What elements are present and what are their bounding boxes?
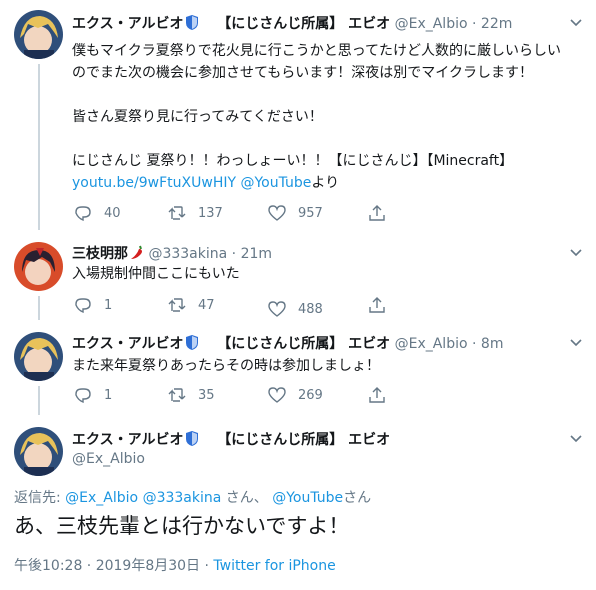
avatar[interactable]: [14, 332, 63, 381]
reply-san: さん: [343, 490, 372, 506]
tweet-body: 僕もマイクラ夏祭りで花火見に行こうかと思ってたけど人数的に厳しいらしいのでまた次…: [72, 43, 562, 169]
reply-count: 1: [104, 297, 113, 313]
reply-icon: [75, 298, 91, 314]
retweet-button[interactable]: 47: [168, 296, 215, 314]
avatar[interactable]: [14, 10, 63, 59]
affiliation: 【にじさんじ所属】 エビオ: [217, 336, 391, 352]
avatar[interactable]: [14, 427, 63, 476]
display-name[interactable]: エクス・アルビオ: [72, 336, 183, 352]
chevron-down-icon[interactable]: [570, 432, 582, 444]
share-button[interactable]: [368, 296, 398, 314]
share-icon: [369, 205, 385, 221]
reply-prefix: 返信先:: [14, 490, 66, 506]
like-count: 269: [298, 387, 323, 403]
tweet-text: また来年夏祭りあったらその時は参加しましょ！: [72, 358, 380, 374]
share-button[interactable]: [368, 386, 398, 404]
like-button[interactable]: 269: [268, 386, 323, 404]
chevron-down-icon[interactable]: [570, 246, 582, 258]
handle[interactable]: @Ex_Albio: [395, 336, 468, 352]
shield-icon: [185, 15, 199, 34]
thread-line: [38, 386, 40, 415]
tweet-actions: 1 35 269: [72, 386, 402, 406]
tweet-timestamp[interactable]: 午後10:28 · 2019年8月30日 ·: [14, 558, 213, 574]
thread-line: [38, 296, 40, 320]
reply-button[interactable]: 40: [74, 204, 121, 222]
chevron-down-icon[interactable]: [570, 336, 582, 348]
like-button[interactable]: 488: [268, 300, 323, 318]
tweet-actions: 1 47 488: [72, 296, 402, 318]
tweet-1[interactable]: エクス・アルビオ 【にじさんじ所属】 エビオ @Ex_Albio · 22m 僕…: [0, 0, 596, 230]
focused-tweet-text: あ、三枝先輩とは行かないですよ！: [14, 514, 350, 538]
like-icon: [268, 387, 286, 403]
reply-san: さん、: [221, 490, 273, 506]
affiliation: 【にじさんじ所属】 エビオ: [217, 16, 391, 32]
tweet-3[interactable]: エクス・アルビオ 【にじさんじ所属】 エビオ @Ex_Albio · 8m また…: [0, 320, 596, 415]
avatar[interactable]: [14, 242, 63, 291]
retweet-button[interactable]: 35: [168, 386, 215, 404]
tweet-header: エクス・アルビオ 【にじさんじ所属】 エビオ @Ex_Albio · 8m: [72, 335, 504, 354]
tweet-header: エクス・アルビオ 【にじさんじ所属】 エビオ @Ex_Albio · 22m: [72, 15, 513, 34]
reply-icon: [75, 206, 91, 222]
reply-icon: [75, 388, 91, 404]
timestamp[interactable]: 22m: [481, 16, 512, 32]
handle[interactable]: @Ex_Albio: [395, 16, 468, 32]
retweet-icon: [168, 206, 186, 220]
shield-icon: [185, 335, 199, 354]
tweet-header: 三枝明那 @333akina · 21m: [72, 245, 273, 264]
like-icon: [268, 301, 286, 317]
thread-line: [38, 64, 40, 230]
focused-tweet: エクス・アルビオ 【にじさんじ所属】 エビオ @Ex_Albio 返信先: @E…: [0, 415, 596, 590]
retweet-count: 47: [198, 297, 215, 313]
client-link[interactable]: Twitter for iPhone: [213, 558, 335, 574]
reply-button[interactable]: 1: [74, 296, 112, 314]
share-icon: [369, 297, 385, 313]
reply-mention-ex-albio[interactable]: @Ex_Albio: [65, 490, 138, 506]
reply-count: 40: [104, 205, 121, 221]
timestamp[interactable]: 8m: [481, 336, 504, 352]
like-count: 957: [298, 205, 323, 221]
handle[interactable]: @333akina: [148, 246, 227, 262]
retweet-icon: [168, 388, 186, 402]
chevron-down-icon[interactable]: [570, 16, 582, 28]
handle[interactable]: @Ex_Albio: [72, 451, 145, 467]
chili-icon: [130, 245, 144, 264]
retweet-count: 35: [198, 387, 215, 403]
display-name[interactable]: エクス・アルビオ: [72, 432, 183, 448]
share-button[interactable]: [368, 204, 398, 222]
tweet-text: 僕もマイクラ夏祭りで花火見に行こうかと思ってたけど人数的に厳しいらしいのでまた次…: [72, 40, 572, 194]
like-count: 488: [298, 301, 323, 317]
retweet-button[interactable]: 137: [168, 204, 223, 222]
tweet-text: 入場規制仲間ここにもいた: [72, 266, 240, 282]
like-icon: [268, 205, 286, 221]
reply-mention-youtube[interactable]: @YouTube: [272, 490, 343, 506]
retweet-icon: [168, 298, 186, 312]
display-name[interactable]: 三枝明那: [72, 246, 128, 262]
reply-count: 1: [104, 387, 113, 403]
display-name[interactable]: エクス・アルビオ: [72, 16, 183, 32]
affiliation: 【にじさんじ所属】 エビオ: [217, 432, 391, 448]
tweet-2[interactable]: 三枝明那 @333akina · 21m 入場規制仲間ここにもいた 1 47 4…: [0, 230, 596, 320]
mention-youtube[interactable]: @YouTube: [240, 175, 311, 191]
shield-icon: [185, 431, 199, 450]
tweet-suffix: より: [311, 175, 340, 191]
timestamp[interactable]: 21m: [241, 246, 272, 262]
tweet-meta: 午後10:28 · 2019年8月30日 · Twitter for iPhon…: [14, 555, 336, 575]
reply-button[interactable]: 1: [74, 386, 112, 404]
retweet-count: 137: [198, 205, 223, 221]
focused-header: エクス・アルビオ 【にじさんじ所属】 エビオ: [72, 429, 390, 450]
share-icon: [369, 387, 385, 403]
youtube-link[interactable]: youtu.be/9wFtuXUwHIY: [72, 175, 236, 191]
like-button[interactable]: 957: [268, 204, 323, 222]
reply-mention-333akina[interactable]: @333akina: [143, 490, 222, 506]
reply-context: 返信先: @Ex_Albio @333akina さん、 @YouTubeさん: [14, 487, 371, 507]
tweet-actions: 40 137 957: [72, 204, 402, 224]
